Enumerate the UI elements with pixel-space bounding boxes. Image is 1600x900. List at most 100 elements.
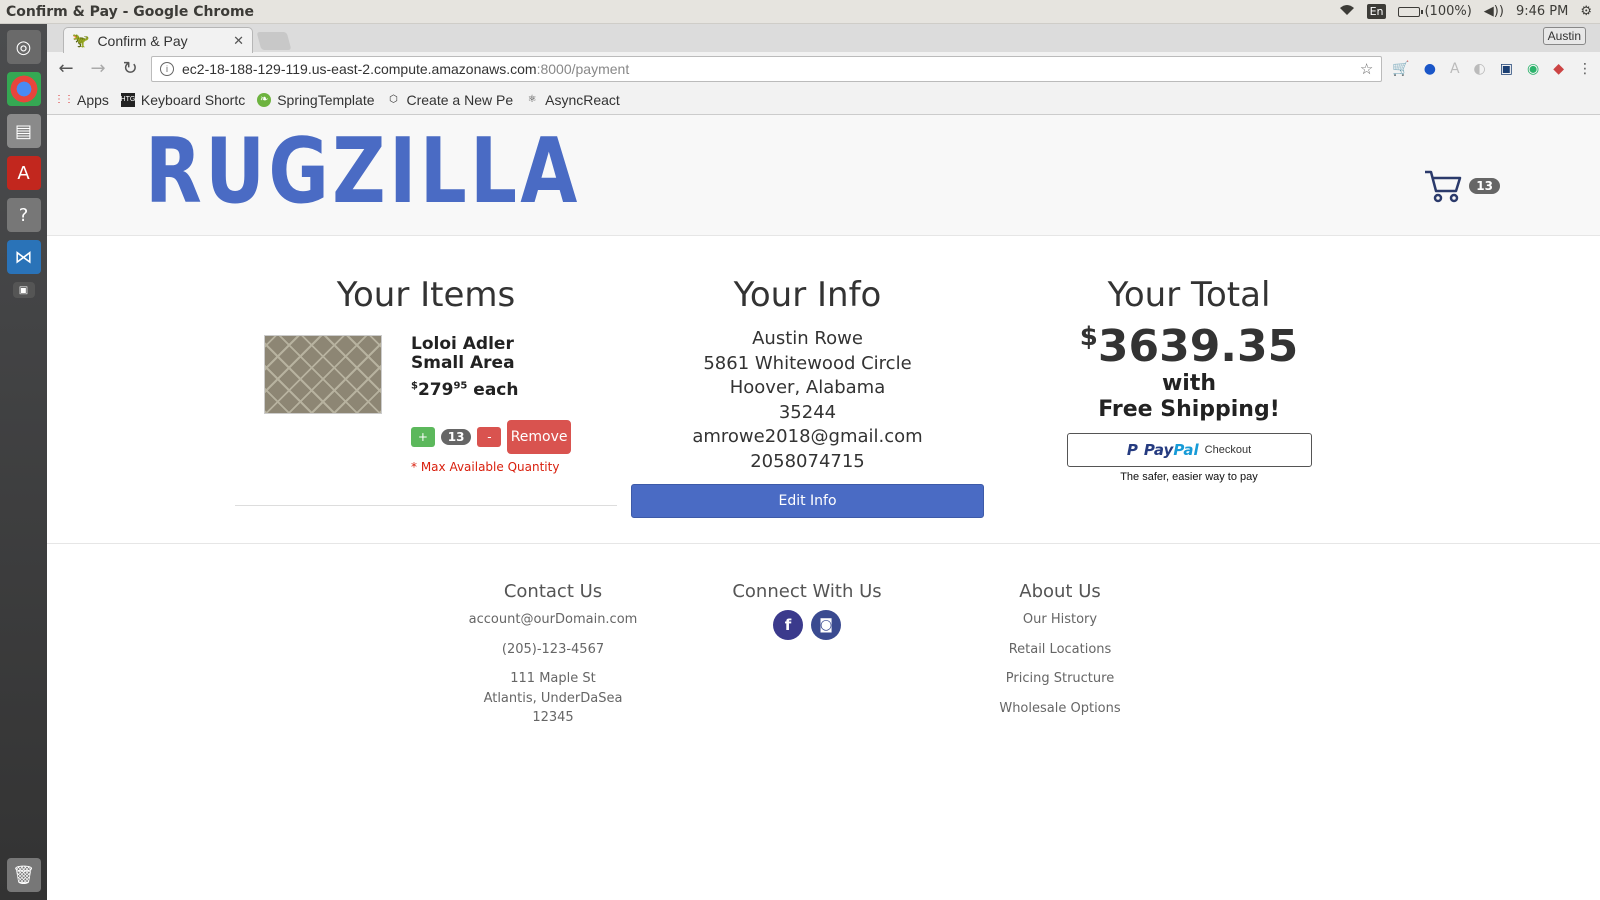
- customer-name: Austin Rowe: [752, 328, 863, 349]
- price-whole: 279: [417, 380, 454, 401]
- keyboard-language[interactable]: En: [1366, 4, 1387, 19]
- bookmark-spring-template[interactable]: ❧ SpringTemplate: [257, 91, 375, 108]
- total-currency: $: [1079, 322, 1098, 352]
- contact-email[interactable]: account@ourDomain.com: [453, 610, 653, 630]
- item-info: Loloi Adler Small Area $27995 each + 13 …: [411, 335, 571, 474]
- battery-indicator[interactable]: (100%): [1398, 4, 1472, 19]
- battery-percent: (100%): [1424, 4, 1472, 19]
- max-quantity-note: * Max Available Quantity: [411, 460, 560, 475]
- your-info-title: Your Info: [733, 275, 882, 315]
- paypal-checkout-label: Checkout: [1204, 444, 1252, 457]
- chrome-launcher-icon[interactable]: [6, 72, 41, 106]
- pdf-reader-icon[interactable]: A: [6, 156, 41, 190]
- contact-address-line1: 111 Maple St: [510, 671, 596, 686]
- os-top-panel: Confirm & Pay - Google Chrome En (100%) …: [0, 0, 1600, 24]
- paypal-pay: Pay: [1143, 441, 1174, 460]
- new-tab-button[interactable]: [256, 32, 292, 50]
- link-our-history[interactable]: Our History: [960, 610, 1160, 630]
- htg-icon: HTG: [121, 92, 135, 107]
- page-content: RUGZILLA 13 Your Items Loloi Adler Small…: [47, 115, 1600, 900]
- decrease-quantity-button[interactable]: -: [477, 427, 502, 448]
- link-pricing-structure[interactable]: Pricing Structure: [960, 669, 1160, 689]
- bookmark-create-new[interactable]: ⬡ Create a New Pe: [387, 92, 513, 108]
- edit-info-button[interactable]: Edit Info: [631, 484, 984, 518]
- your-items-title: Your Items: [336, 275, 516, 315]
- logo-text: RUGZILLA: [145, 119, 581, 224]
- file-manager-icon[interactable]: ▤: [6, 114, 41, 148]
- your-items-section: Your Items Loloi Adler Small Area $27995…: [235, 275, 617, 474]
- url-host: ec2-18-188-129-119.us-east-2.compute.ama…: [182, 60, 537, 77]
- help-icon[interactable]: ?: [6, 198, 41, 232]
- bookmark-keyboard-shortcuts[interactable]: HTG Keyboard Shortc: [121, 92, 246, 108]
- ubuntu-home-icon[interactable]: ◎: [6, 30, 41, 64]
- tab-confirm-pay[interactable]: 🦖 Confirm & Pay ✕: [63, 27, 253, 53]
- bookmark-star-icon[interactable]: ☆: [1360, 60, 1373, 78]
- bookmark-async-react[interactable]: ⚛ AsyncReact: [525, 92, 620, 108]
- increase-quantity-button[interactable]: +: [411, 427, 435, 448]
- paypal-wordmark: PayPal: [1144, 441, 1199, 459]
- facebook-icon[interactable]: f: [773, 610, 803, 640]
- about-us-heading: About Us: [1019, 581, 1101, 602]
- forward-arrow-icon[interactable]: →: [87, 58, 109, 79]
- rug-thumbnail[interactable]: [264, 335, 382, 414]
- profile-button[interactable]: Austin: [1542, 27, 1586, 45]
- volume-icon[interactable]: ◀)): [1484, 4, 1504, 19]
- back-arrow-icon[interactable]: ←: [55, 58, 77, 79]
- site-info-icon[interactable]: i: [160, 61, 174, 76]
- workspace-icon[interactable]: ▣: [12, 282, 35, 298]
- item-name[interactable]: Loloi Adler Small Area: [411, 335, 571, 373]
- extension-green-icon[interactable]: ◉: [1527, 61, 1539, 77]
- extension-dark-icon[interactable]: ▣: [1500, 61, 1513, 77]
- shopping-cart-extension-icon[interactable]: 🛒: [1392, 61, 1409, 77]
- price-cents: 95: [453, 380, 468, 392]
- link-wholesale-options[interactable]: Wholesale Options: [960, 699, 1160, 719]
- battery-icon: [1398, 6, 1424, 17]
- settings-gear-icon[interactable]: ⚙: [1580, 4, 1592, 19]
- street-address: 5861 Whitewood Circle: [703, 352, 912, 374]
- paypal-logo-icon: P: [1126, 441, 1138, 460]
- reload-icon[interactable]: ↻: [119, 58, 141, 79]
- wifi-icon[interactable]: [1339, 4, 1355, 20]
- footer-about: About Us Our History Retail Locations Pr…: [960, 581, 1160, 718]
- vscode-icon[interactable]: ⋈: [6, 240, 41, 274]
- bookmark-label: SpringTemplate: [277, 91, 375, 108]
- bookmark-label: Apps: [77, 91, 109, 108]
- remove-item-button[interactable]: Remove: [507, 420, 571, 455]
- rugzilla-logo[interactable]: RUGZILLA: [145, 127, 676, 217]
- site-header: RUGZILLA 13: [47, 115, 1600, 236]
- shipping-info: Austin Rowe 5861 Whitewood Circle Hoover…: [631, 327, 984, 474]
- extension-gray-icon[interactable]: ◐: [1474, 61, 1486, 77]
- clock[interactable]: 9:46 PM: [1516, 4, 1568, 19]
- cart-button[interactable]: 13: [1423, 169, 1500, 203]
- close-tab-icon[interactable]: ✕: [233, 33, 244, 49]
- contact-address-line2: Atlantis, UnderDaSea: [483, 690, 623, 706]
- price-currency: $: [411, 380, 418, 392]
- extension-font-icon[interactable]: A: [1450, 61, 1460, 77]
- bookmark-apps[interactable]: ⋮⋮ Apps: [54, 91, 109, 108]
- connect-with-us-heading: Connect With Us: [732, 581, 882, 602]
- price-suffix: each: [467, 380, 519, 401]
- address-bar[interactable]: i ec2-18-188-129-119.us-east-2.compute.a…: [151, 55, 1383, 82]
- extension-diamond-icon[interactable]: ◆: [1553, 61, 1564, 77]
- footer-contact: Contact Us account@ourDomain.com (205)-1…: [453, 581, 653, 728]
- chrome-menu-icon[interactable]: ⋮: [1578, 61, 1592, 77]
- link-retail-locations[interactable]: Retail Locations: [960, 640, 1160, 660]
- extension-icons: 🛒 ● A ◐ ▣ ◉ ◆ ⋮: [1392, 61, 1592, 77]
- contact-phone[interactable]: (205)-123-4567: [453, 640, 653, 660]
- apps-grid-icon: ⋮⋮: [54, 94, 74, 105]
- city-state: Hoover, Alabama: [729, 377, 886, 398]
- bookmarks-bar: ⋮⋮ Apps HTG Keyboard Shortc ❧ SpringTemp…: [47, 85, 1600, 115]
- zip-code: 35244: [778, 401, 837, 423]
- social-links: f ◙: [717, 610, 897, 640]
- paypal-checkout-button[interactable]: P PayPal Checkout: [1066, 433, 1312, 468]
- footer-connect: Connect With Us f ◙: [717, 581, 897, 640]
- contact-us-heading: Contact Us: [503, 581, 603, 602]
- instagram-icon[interactable]: ◙: [811, 610, 841, 640]
- shopping-cart-icon: [1425, 170, 1462, 203]
- your-total-section: Your Total $3639.35 with Free Shipping! …: [1047, 275, 1331, 483]
- trash-icon[interactable]: 🗑: [6, 858, 41, 892]
- contact-address-line3: 12345: [532, 710, 574, 725]
- react-icon: ⚛: [527, 94, 537, 105]
- customer-phone: 2058074715: [750, 450, 865, 472]
- extension-blue-icon[interactable]: ●: [1424, 61, 1436, 77]
